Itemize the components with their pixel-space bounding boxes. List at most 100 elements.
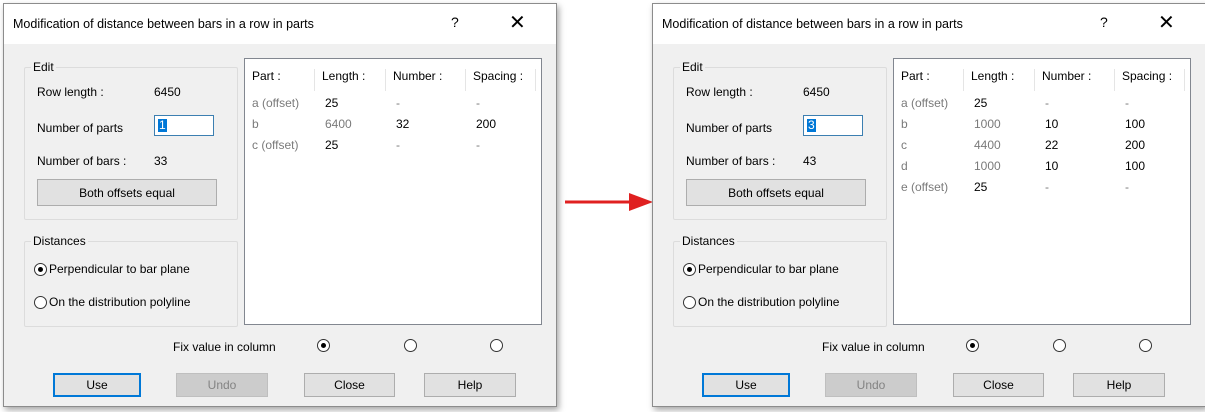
table-cell[interactable]: 100 xyxy=(1125,117,1145,131)
number-of-parts-value: 1 xyxy=(158,118,167,132)
number-of-bars-value: 33 xyxy=(154,154,168,168)
number-of-parts-value: 3 xyxy=(807,118,816,132)
use-button[interactable]: Use xyxy=(702,373,790,397)
table-cell: 1000 xyxy=(974,117,1001,131)
table-cell: a (offset) xyxy=(252,96,300,110)
radio-unselected-icon[interactable] xyxy=(683,295,696,309)
column-header-length[interactable]: Length : xyxy=(315,69,386,91)
table-cell[interactable]: 25 xyxy=(974,96,987,110)
table-cell[interactable]: 200 xyxy=(476,117,496,131)
fix-column-spacing-radio[interactable] xyxy=(1139,339,1152,352)
close-button[interactable]: Close xyxy=(953,373,1044,397)
distances-group-label: Distances xyxy=(31,234,88,248)
table-cell: a (offset) xyxy=(901,96,949,110)
table-cell[interactable]: 100 xyxy=(1125,159,1145,173)
number-of-parts-label: Number of parts xyxy=(686,121,773,135)
dialog-title: Modification of distance between bars in… xyxy=(662,17,963,31)
table-cell: d xyxy=(901,159,908,173)
undo-button[interactable]: Undo xyxy=(176,373,268,397)
help-button[interactable]: Help xyxy=(1073,373,1165,397)
distances-group-label: Distances xyxy=(680,234,737,248)
table-cell: b xyxy=(901,117,908,131)
fix-value-label: Fix value in column xyxy=(822,340,925,354)
undo-button[interactable]: Undo xyxy=(825,373,917,397)
number-of-parts-input[interactable]: 3 xyxy=(803,115,863,136)
table-cell[interactable]: 10 xyxy=(1045,117,1058,131)
table-cell: e (offset) xyxy=(901,180,949,194)
column-header-number[interactable]: Number : xyxy=(386,69,466,91)
column-header-length[interactable]: Length : xyxy=(964,69,1035,91)
row-length-value: 6450 xyxy=(154,85,181,99)
dialog-after: Modification of distance between bars in… xyxy=(652,3,1205,407)
column-header-number[interactable]: Number : xyxy=(1035,69,1115,91)
close-icon[interactable]: ✕ xyxy=(1158,10,1175,35)
table-cell: c (offset) xyxy=(252,138,299,152)
right-arrow-icon xyxy=(565,193,653,211)
row-length-label: Row length : xyxy=(686,85,753,99)
column-header-spacing[interactable]: Spacing : xyxy=(466,69,536,91)
dialog-title: Modification of distance between bars in… xyxy=(13,17,314,31)
table-cell[interactable]: 25 xyxy=(974,180,987,194)
dialog-before: Modification of distance between bars in… xyxy=(3,3,557,407)
table-cell[interactable]: 200 xyxy=(1125,138,1145,152)
help-icon[interactable]: ? xyxy=(1100,14,1108,30)
table-cell: - xyxy=(476,96,480,110)
number-of-parts-input[interactable]: 1 xyxy=(154,115,214,136)
both-offsets-equal-button[interactable]: Both offsets equal xyxy=(37,179,217,206)
row-length-label: Row length : xyxy=(37,85,104,99)
edit-group-label: Edit xyxy=(31,60,56,74)
close-icon[interactable]: ✕ xyxy=(509,10,526,35)
table-cell[interactable]: 32 xyxy=(396,117,409,131)
table-cell[interactable]: 25 xyxy=(325,96,338,110)
radio-selected-icon[interactable] xyxy=(34,262,47,276)
table-cell: - xyxy=(1125,180,1129,194)
column-header-part[interactable]: Part : xyxy=(894,69,964,91)
number-of-bars-label: Number of bars : xyxy=(37,154,127,168)
distances-group: Distances xyxy=(673,234,887,327)
table-cell: 1000 xyxy=(974,159,1001,173)
table-cell: - xyxy=(1125,96,1129,110)
radio-selected-icon[interactable] xyxy=(683,262,696,276)
help-icon[interactable]: ? xyxy=(451,14,459,30)
fix-column-length-radio[interactable] xyxy=(966,339,979,352)
fix-column-spacing-radio[interactable] xyxy=(490,339,503,352)
table-cell: - xyxy=(396,138,400,152)
table-cell: 4400 xyxy=(974,138,1001,152)
radio-polyline[interactable]: On the distribution polyline xyxy=(34,295,190,309)
title-bar: Modification of distance between bars in… xyxy=(653,4,1205,44)
radio-perpendicular[interactable]: Perpendicular to bar plane xyxy=(683,262,839,276)
row-length-value: 6450 xyxy=(803,85,830,99)
radio-perpendicular-label: Perpendicular to bar plane xyxy=(49,262,190,276)
parts-table[interactable]: Part : Length : Number : Spacing : a (of… xyxy=(893,58,1191,325)
edit-group-label: Edit xyxy=(680,60,705,74)
radio-polyline-label: On the distribution polyline xyxy=(49,295,191,309)
radio-unselected-icon[interactable] xyxy=(34,295,47,309)
table-cell[interactable]: 25 xyxy=(325,138,338,152)
number-of-parts-label: Number of parts xyxy=(37,121,124,135)
number-of-bars-label: Number of bars : xyxy=(686,154,776,168)
table-cell[interactable]: 10 xyxy=(1045,159,1058,173)
radio-polyline[interactable]: On the distribution polyline xyxy=(683,295,839,309)
table-cell: - xyxy=(476,138,480,152)
fix-column-number-radio[interactable] xyxy=(404,339,417,352)
distances-group: Distances xyxy=(24,234,238,327)
title-bar: Modification of distance between bars in… xyxy=(4,4,556,44)
use-button[interactable]: Use xyxy=(53,373,141,397)
radio-perpendicular-label: Perpendicular to bar plane xyxy=(698,262,839,276)
close-button[interactable]: Close xyxy=(304,373,395,397)
parts-table[interactable]: Part : Length : Number : Spacing : a (of… xyxy=(244,58,542,325)
column-header-spacing[interactable]: Spacing : xyxy=(1115,69,1185,91)
help-button[interactable]: Help xyxy=(424,373,516,397)
radio-perpendicular[interactable]: Perpendicular to bar plane xyxy=(34,262,190,276)
fix-value-label: Fix value in column xyxy=(173,340,276,354)
radio-polyline-label: On the distribution polyline xyxy=(698,295,840,309)
fix-column-number-radio[interactable] xyxy=(1053,339,1066,352)
column-header-part[interactable]: Part : xyxy=(245,69,315,91)
table-cell: - xyxy=(1045,180,1049,194)
table-cell: c xyxy=(901,138,907,152)
table-cell: - xyxy=(1045,96,1049,110)
both-offsets-equal-button[interactable]: Both offsets equal xyxy=(686,179,866,206)
table-cell[interactable]: 22 xyxy=(1045,138,1058,152)
fix-column-length-radio[interactable] xyxy=(317,339,330,352)
table-cell: b xyxy=(252,117,259,131)
